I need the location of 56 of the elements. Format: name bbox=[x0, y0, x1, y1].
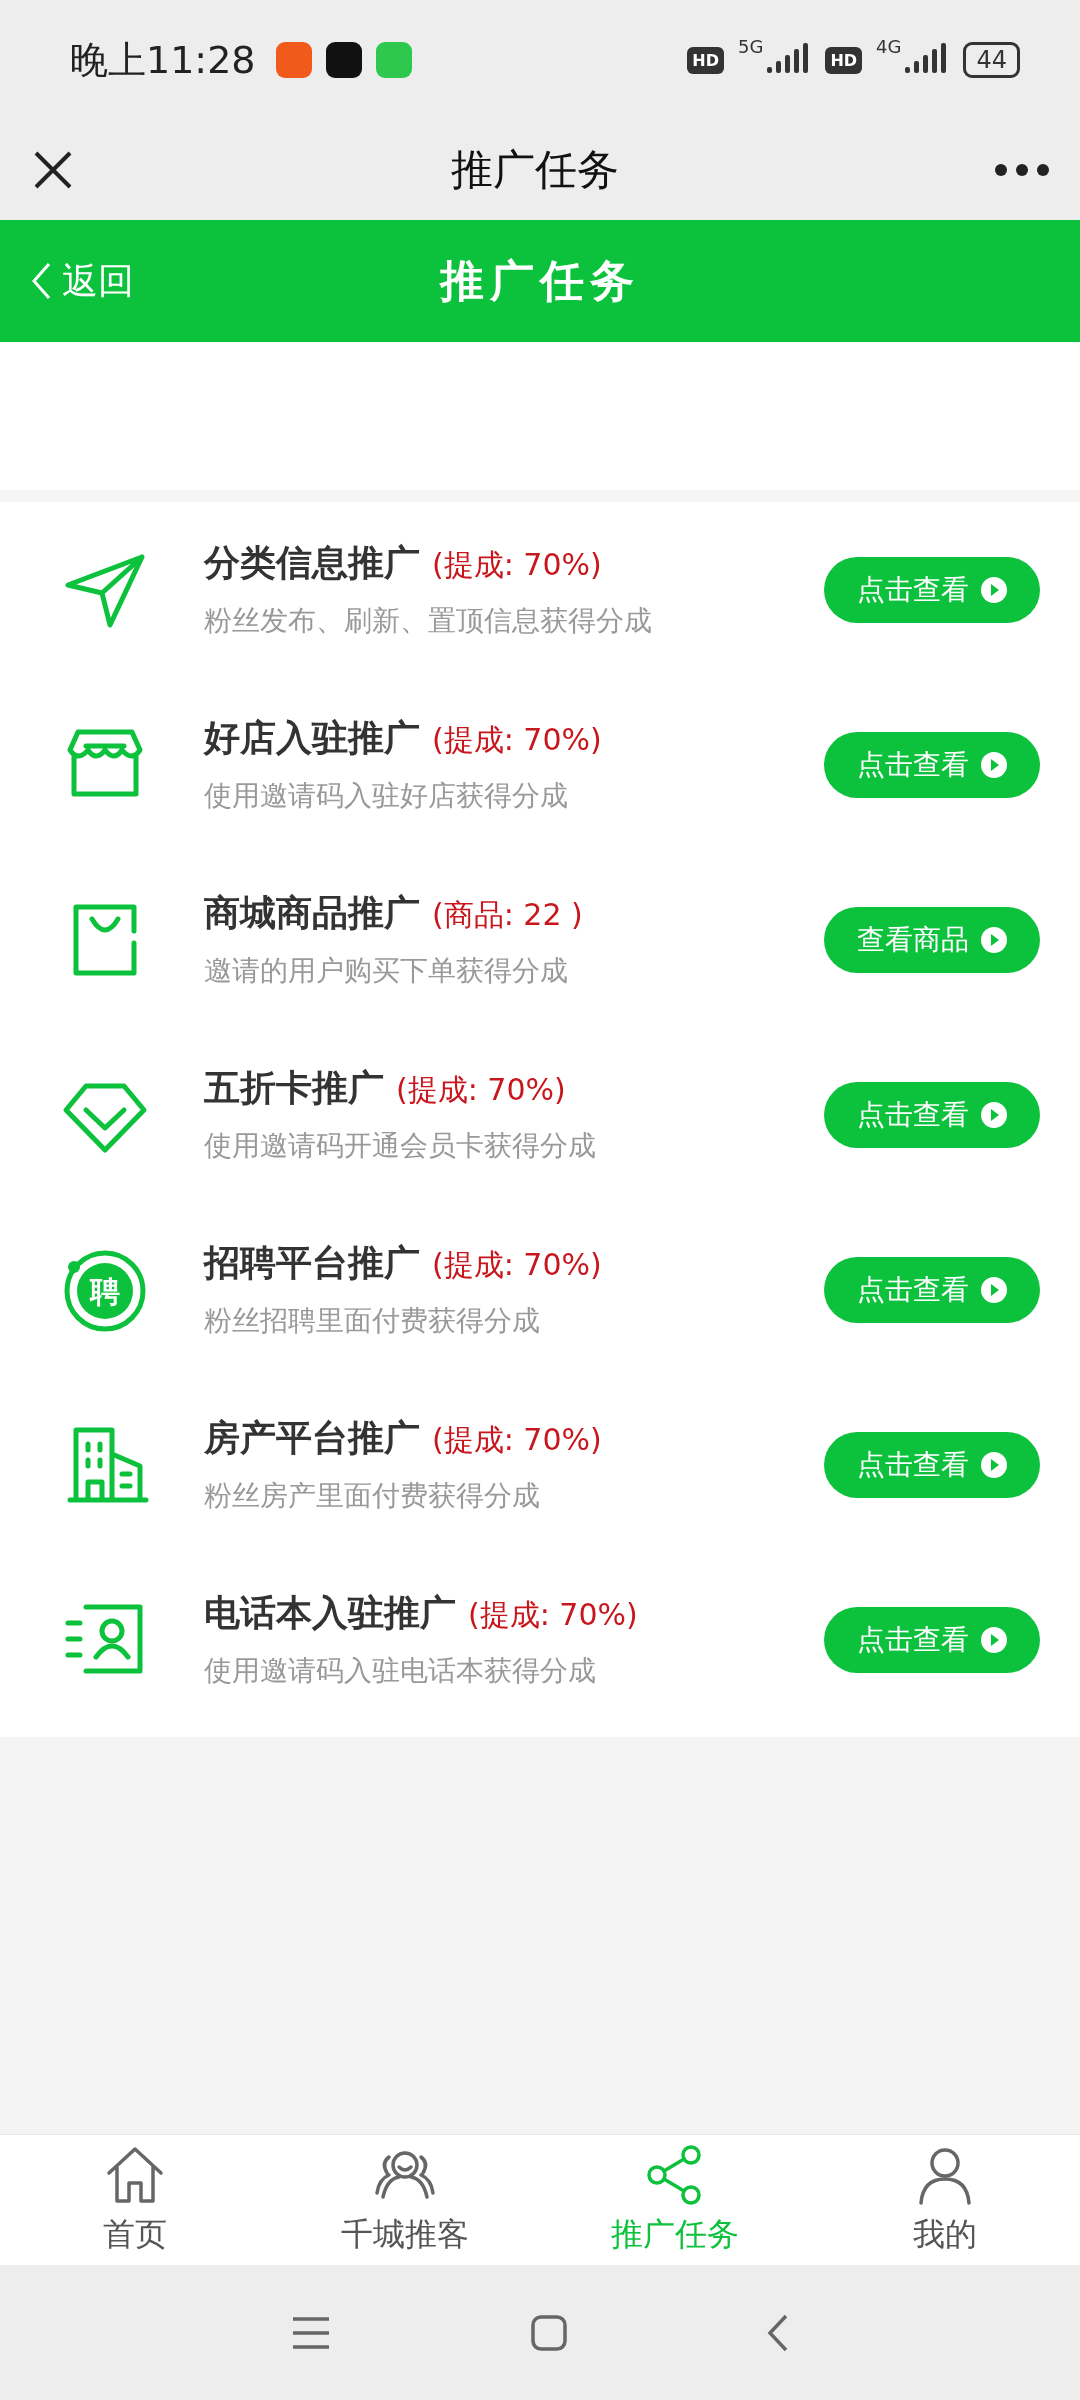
view-button[interactable]: 点击查看 bbox=[824, 1606, 1040, 1673]
play-icon bbox=[981, 1451, 1007, 1478]
task-description: 粉丝招聘里面付费获得分成 bbox=[204, 1303, 541, 1339]
task-description: 粉丝房产里面付费获得分成 bbox=[204, 1478, 541, 1514]
commission-tag: (提成: 70%) bbox=[432, 545, 602, 586]
chat-notification-icon bbox=[375, 42, 412, 78]
play-icon bbox=[981, 576, 1007, 603]
play-icon bbox=[981, 751, 1007, 778]
chevron-left-icon bbox=[30, 261, 52, 301]
tab-item[interactable]: 我的 bbox=[810, 2135, 1080, 2265]
battery-level: 44 bbox=[963, 42, 1020, 78]
task-title: 五折卡推广 bbox=[204, 1066, 384, 1110]
hd-badge: HD bbox=[825, 46, 863, 74]
home-square-icon[interactable] bbox=[531, 2314, 567, 2351]
task-description: 邀请的用户购买下单获得分成 bbox=[204, 953, 569, 989]
back-button[interactable]: 返回 bbox=[0, 256, 190, 306]
play-icon bbox=[981, 1626, 1007, 1653]
app-notification-icon bbox=[275, 42, 312, 78]
view-button[interactable]: 点击查看 bbox=[824, 556, 1040, 623]
more-icon[interactable] bbox=[994, 163, 1050, 177]
task-title: 商城商品推广 bbox=[204, 891, 420, 935]
back-icon[interactable] bbox=[767, 2313, 789, 2352]
view-button[interactable]: 点击查看 bbox=[824, 1431, 1040, 1498]
view-button[interactable]: 点击查看 bbox=[824, 1081, 1040, 1148]
play-icon bbox=[981, 926, 1007, 953]
hd-badge: HD bbox=[687, 46, 724, 74]
task-title: 电话本入驻推广 bbox=[204, 1591, 456, 1635]
task-description: 使用邀请码开通会员卡获得分成 bbox=[204, 1128, 597, 1164]
task-title: 房产平台推广 bbox=[204, 1416, 420, 1460]
view-button[interactable]: 查看商品 bbox=[824, 906, 1040, 973]
network-type: 4G bbox=[876, 36, 902, 57]
task-title: 好店入驻推广 bbox=[204, 716, 420, 760]
tab-item[interactable]: 推广任务 bbox=[540, 2135, 810, 2265]
menu-icon[interactable] bbox=[291, 2315, 331, 2350]
play-icon bbox=[981, 1276, 1007, 1303]
commission-tag: (提成: 70%) bbox=[432, 1420, 602, 1461]
task-description: 使用邀请码入驻电话本获得分成 bbox=[204, 1653, 597, 1689]
commission-tag: (提成: 70%) bbox=[396, 1070, 566, 1111]
commission-tag: (商品: 22 ) bbox=[432, 895, 583, 936]
task-title: 分类信息推广 bbox=[204, 541, 420, 585]
task-title: 招聘平台推广 bbox=[204, 1241, 420, 1285]
commission-tag: (提成: 70%) bbox=[432, 720, 602, 761]
play-icon bbox=[981, 1101, 1007, 1128]
task-description: 粉丝发布、刷新、置顶信息获得分成 bbox=[204, 603, 653, 639]
view-button[interactable]: 点击查看 bbox=[824, 1256, 1040, 1323]
page-title: 推广任务 bbox=[438, 253, 641, 308]
tab-item[interactable]: 首页 bbox=[0, 2135, 270, 2265]
window-title: 推广任务 bbox=[451, 144, 619, 196]
tab-item[interactable]: 千城推客 bbox=[270, 2135, 540, 2265]
commission-tag: (提成: 70%) bbox=[468, 1595, 638, 1636]
task-description: 使用邀请码入驻好店获得分成 bbox=[204, 778, 569, 814]
view-button[interactable]: 点击查看 bbox=[824, 731, 1040, 798]
app-notification-icon bbox=[325, 42, 362, 78]
status-time: 晚上11:28 bbox=[70, 36, 256, 84]
commission-tag: (提成: 70%) bbox=[432, 1245, 602, 1286]
network-type: 5G bbox=[737, 36, 764, 57]
